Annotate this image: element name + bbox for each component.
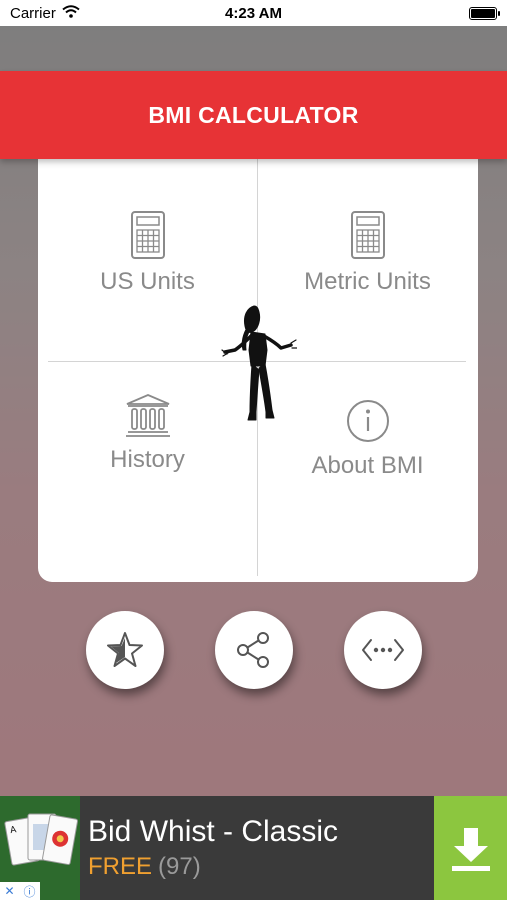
metric-units-label: Metric Units bbox=[304, 268, 431, 295]
status-left: Carrier bbox=[10, 5, 80, 22]
close-icon[interactable]: ✕ bbox=[4, 884, 14, 898]
ad-choices-badge[interactable]: ✕ ⓘ bbox=[0, 882, 40, 900]
history-label: History bbox=[110, 446, 185, 473]
wifi-icon bbox=[62, 4, 80, 22]
star-icon bbox=[107, 632, 143, 667]
ad-rating-count: (97) bbox=[158, 853, 201, 880]
metric-units-button[interactable]: Metric Units bbox=[258, 210, 477, 296]
ad-app-thumbnail: A ✕ ⓘ bbox=[0, 796, 80, 900]
calculator-icon bbox=[350, 211, 385, 259]
ad-price: FREE bbox=[88, 853, 153, 880]
app-header: BMI CALCULATOR bbox=[0, 71, 507, 159]
favorite-button[interactable] bbox=[86, 611, 164, 689]
carrier-label: Carrier bbox=[10, 4, 56, 22]
info-icon bbox=[346, 400, 389, 442]
page-title: BMI CALCULATOR bbox=[148, 101, 359, 128]
download-icon bbox=[451, 828, 490, 871]
ad-banner[interactable]: A ✕ ⓘ Bid Whist - Classic FREE (97) bbox=[0, 796, 507, 900]
dancer-silhouette-image bbox=[221, 305, 297, 421]
menu-card: US Units Metric Units History About BMI bbox=[38, 150, 478, 582]
ad-text: Bid Whist - Classic FREE (97) bbox=[80, 796, 434, 900]
ad-subtitle: FREE (97) bbox=[88, 853, 434, 881]
ad-title: Bid Whist - Classic bbox=[88, 815, 339, 848]
status-bar: Carrier 4:23 AM bbox=[0, 0, 507, 26]
more-apps-button[interactable] bbox=[344, 611, 422, 689]
us-units-button[interactable]: US Units bbox=[38, 210, 257, 296]
share-button[interactable] bbox=[215, 611, 293, 689]
info-icon[interactable]: ⓘ bbox=[23, 883, 35, 900]
ad-download-button[interactable] bbox=[434, 796, 507, 900]
us-units-label: US Units bbox=[100, 268, 195, 295]
calculator-icon bbox=[130, 211, 165, 259]
bank-building-icon bbox=[125, 394, 170, 437]
battery-icon bbox=[469, 6, 500, 20]
share-icon bbox=[237, 632, 269, 668]
about-bmi-label: About BMI bbox=[311, 452, 424, 479]
code-more-icon bbox=[362, 639, 404, 661]
